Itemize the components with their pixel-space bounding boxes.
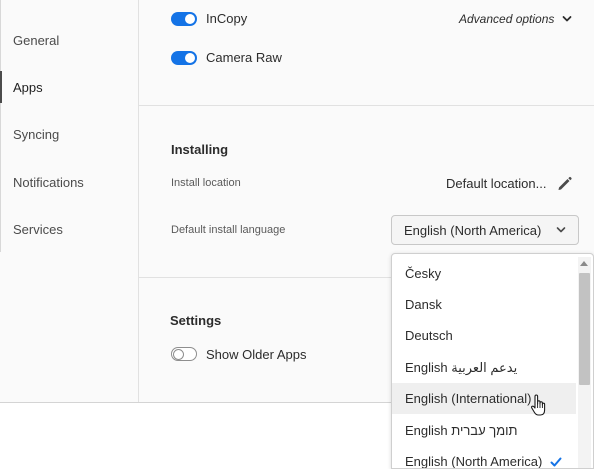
incopy-label: InCopy xyxy=(206,11,248,26)
camera-raw-toggle[interactable] xyxy=(171,51,197,65)
option-label: English תומך עברית xyxy=(405,423,518,438)
language-option-selected[interactable]: English (North America) xyxy=(392,446,576,469)
incopy-toggle[interactable] xyxy=(171,12,197,26)
install-language-select[interactable]: English (North America) xyxy=(391,215,579,245)
checkmark-icon xyxy=(550,457,562,466)
default-install-language-label: Default install language xyxy=(171,224,286,236)
sidebar: General Apps Syncing Notifications Servi… xyxy=(0,0,139,402)
sidebar-item-label: Services xyxy=(13,221,63,237)
sidebar-item-label: General xyxy=(13,32,60,48)
language-option[interactable]: Dansk xyxy=(392,289,576,320)
show-older-apps-toggle[interactable] xyxy=(171,347,197,361)
language-option-hovered[interactable]: English (International) xyxy=(392,383,576,414)
option-label: Deutsch xyxy=(405,328,453,343)
sidebar-item-apps[interactable]: Apps xyxy=(0,69,138,105)
hand-cursor-icon xyxy=(531,394,546,416)
install-language-selected: English (North America) xyxy=(404,222,542,238)
sidebar-item-general[interactable]: General xyxy=(0,22,138,58)
language-dropdown: Česky Dansk Deutsch English يدعم العربية… xyxy=(391,253,594,469)
settings-title: Settings xyxy=(170,313,222,328)
camera-raw-label: Camera Raw xyxy=(206,50,282,65)
install-location-value: Default location... xyxy=(446,176,547,191)
chevron-down-icon xyxy=(563,16,572,22)
show-older-apps-label: Show Older Apps xyxy=(206,347,307,362)
language-option[interactable]: English يدعم العربية xyxy=(392,352,576,383)
sidebar-item-label: Apps xyxy=(13,79,43,95)
option-label: English (International) xyxy=(405,391,532,406)
option-label: Dansk xyxy=(405,297,442,312)
install-location-label: Install location xyxy=(171,177,241,189)
language-option[interactable]: Deutsch xyxy=(392,320,576,351)
section-divider xyxy=(139,105,594,106)
chevron-down-icon xyxy=(556,227,566,233)
sidebar-item-syncing[interactable]: Syncing xyxy=(0,116,138,152)
sidebar-item-notifications[interactable]: Notifications xyxy=(0,164,138,200)
scroll-thumb[interactable] xyxy=(579,273,590,385)
sidebar-item-label: Syncing xyxy=(13,126,60,142)
sidebar-item-services[interactable]: Services xyxy=(0,211,138,247)
sidebar-item-label: Notifications xyxy=(13,174,84,190)
language-option[interactable]: English תומך עברית xyxy=(392,415,576,446)
option-label: Česky xyxy=(405,266,442,281)
advanced-options-button[interactable]: Advanced options xyxy=(459,12,572,26)
scroll-up-arrow-icon[interactable] xyxy=(580,261,588,266)
language-option[interactable]: Česky xyxy=(392,258,576,289)
dropdown-scrollbar[interactable] xyxy=(578,257,591,468)
option-label: English (North America) xyxy=(405,454,543,469)
option-label: English يدعم العربية xyxy=(405,359,518,375)
pencil-icon[interactable] xyxy=(556,175,573,192)
advanced-options-label: Advanced options xyxy=(459,12,555,26)
installing-title: Installing xyxy=(171,142,229,157)
